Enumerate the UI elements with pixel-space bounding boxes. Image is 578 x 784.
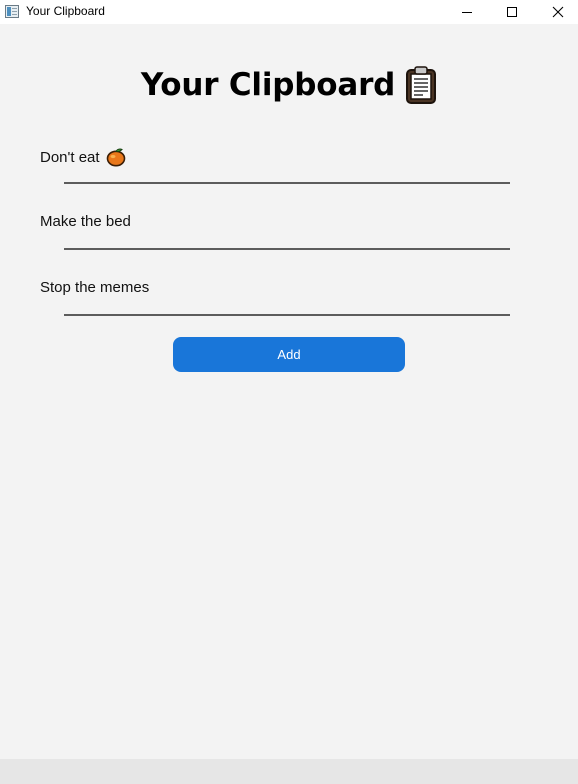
window-title-bar: Your Clipboard: [0, 0, 578, 24]
minimize-icon: [462, 11, 472, 13]
close-icon: [552, 6, 564, 18]
clipboard-item-2[interactable]: Make the bed: [40, 213, 131, 230]
clipboard-item-underline: [64, 314, 510, 316]
add-button[interactable]: Add: [173, 337, 405, 372]
window-title: Your Clipboard: [26, 4, 105, 18]
close-button[interactable]: [535, 0, 578, 24]
clipboard-item-1[interactable]: Don't eat: [40, 147, 126, 167]
clipboard-item-text: Stop the memes: [40, 279, 150, 296]
clipboard-icon: [406, 66, 437, 104]
clipboard-item-text: Don't eat: [40, 148, 100, 166]
clipboard-item-3[interactable]: Stop the memes: [40, 279, 149, 296]
app-window-icon: [5, 5, 19, 18]
page-title-text: Your Clipboard: [140, 67, 396, 103]
clipboard-item-text: Make the bed: [40, 213, 131, 230]
maximize-icon: [507, 7, 517, 17]
mango-icon: [106, 148, 125, 167]
clipboard-item-underline: [64, 248, 510, 250]
page-title: Your Clipboard: [0, 66, 578, 104]
clipboard-item-underline: [64, 182, 510, 184]
bottom-edge: [0, 759, 578, 784]
minimize-button[interactable]: [444, 0, 490, 24]
maximize-button[interactable]: [489, 0, 535, 24]
